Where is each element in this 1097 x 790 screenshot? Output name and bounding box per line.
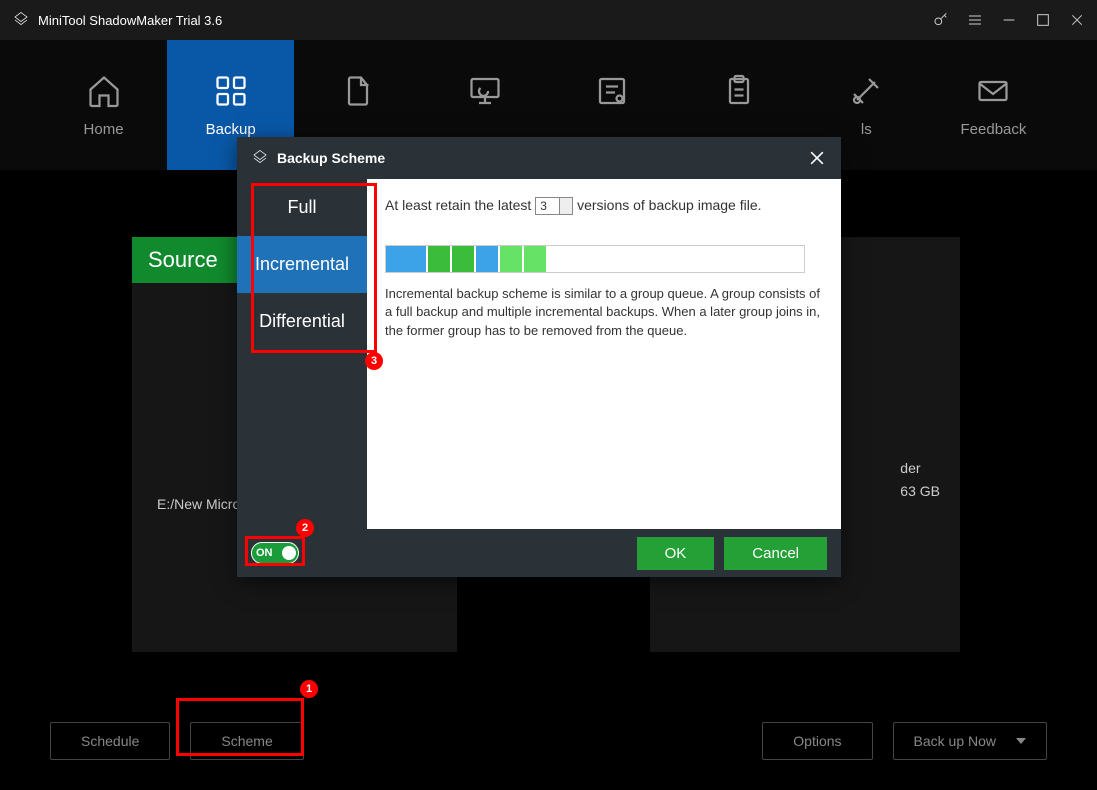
retain-suffix: versions of backup image file. — [577, 197, 761, 213]
scheme-content: At least retain the latest 3 ▲▼ versions… — [367, 179, 841, 529]
dest-folder-text: der — [900, 457, 940, 479]
nav-label: Backup — [206, 121, 256, 138]
nav-label — [610, 121, 614, 138]
nav-label — [356, 121, 360, 138]
nav-label: ls — [861, 121, 872, 138]
tab-full[interactable]: Full — [237, 179, 367, 236]
app-title: MiniTool ShadowMaker Trial 3.6 — [38, 13, 933, 28]
app-logo-icon — [12, 11, 30, 29]
tab-differential[interactable]: Differential — [237, 293, 367, 350]
scheme-toggle[interactable]: ON — [251, 542, 299, 564]
clipboard-icon — [721, 73, 757, 109]
ok-button[interactable]: OK — [637, 537, 715, 570]
queue-visualization — [385, 245, 805, 273]
dialog-footer: ON OK Cancel — [237, 529, 841, 577]
backup-now-label: Back up Now — [914, 733, 996, 749]
scheme-icon — [251, 149, 269, 167]
nav-label — [737, 121, 741, 138]
scheme-description: Incremental backup scheme is similar to … — [385, 285, 823, 340]
nav-label — [483, 121, 487, 138]
scheme-button[interactable]: Scheme — [190, 722, 303, 760]
toggle-label: ON — [256, 547, 273, 559]
dialog-title: Backup Scheme — [277, 150, 385, 166]
dest-size-text: 63 GB — [900, 480, 940, 502]
schedule-button[interactable]: Schedule — [50, 722, 170, 760]
dialog-close-icon[interactable] — [807, 148, 827, 168]
maximize-icon[interactable] — [1035, 12, 1051, 28]
source-path: E:/New Micros — [157, 496, 247, 512]
key-icon[interactable] — [933, 12, 949, 28]
close-icon[interactable] — [1069, 12, 1085, 28]
toggle-knob — [282, 546, 296, 560]
home-icon — [86, 73, 122, 109]
backup-scheme-dialog: Backup Scheme Full Incremental Different… — [237, 137, 841, 577]
options-button[interactable]: Options — [762, 722, 872, 760]
nav-feedback[interactable]: Feedback — [930, 40, 1057, 170]
retain-value: 3 — [540, 199, 547, 213]
titlebar-controls — [933, 12, 1085, 28]
chevron-down-icon — [1016, 738, 1026, 744]
titlebar: MiniTool ShadowMaker Trial 3.6 — [0, 0, 1097, 40]
callout-3: 3 — [365, 352, 383, 370]
retain-spinner[interactable]: 3 ▲▼ — [535, 197, 573, 215]
retain-prefix: At least retain the latest — [385, 197, 531, 213]
menu-icon[interactable] — [967, 12, 983, 28]
scheme-tabs: Full Incremental Differential — [237, 179, 367, 529]
minimize-icon[interactable] — [1001, 12, 1017, 28]
nav-label: Home — [84, 121, 124, 138]
tab-incremental[interactable]: Incremental — [237, 236, 367, 293]
monitor-sync-icon — [467, 73, 503, 109]
list-gear-icon — [594, 73, 630, 109]
backup-icon — [213, 73, 249, 109]
nav-home[interactable]: Home — [40, 40, 167, 170]
callout-2: 2 — [296, 519, 314, 537]
backup-now-button[interactable]: Back up Now — [893, 722, 1047, 760]
cancel-button[interactable]: Cancel — [724, 537, 827, 570]
footer: Schedule Scheme Options Back up Now — [0, 722, 1097, 760]
nav-label: Feedback — [961, 121, 1027, 138]
envelope-icon — [975, 73, 1011, 109]
dialog-header: Backup Scheme — [237, 137, 841, 179]
tools-icon — [848, 73, 884, 109]
callout-1: 1 — [300, 680, 318, 698]
file-sync-icon — [340, 73, 376, 109]
